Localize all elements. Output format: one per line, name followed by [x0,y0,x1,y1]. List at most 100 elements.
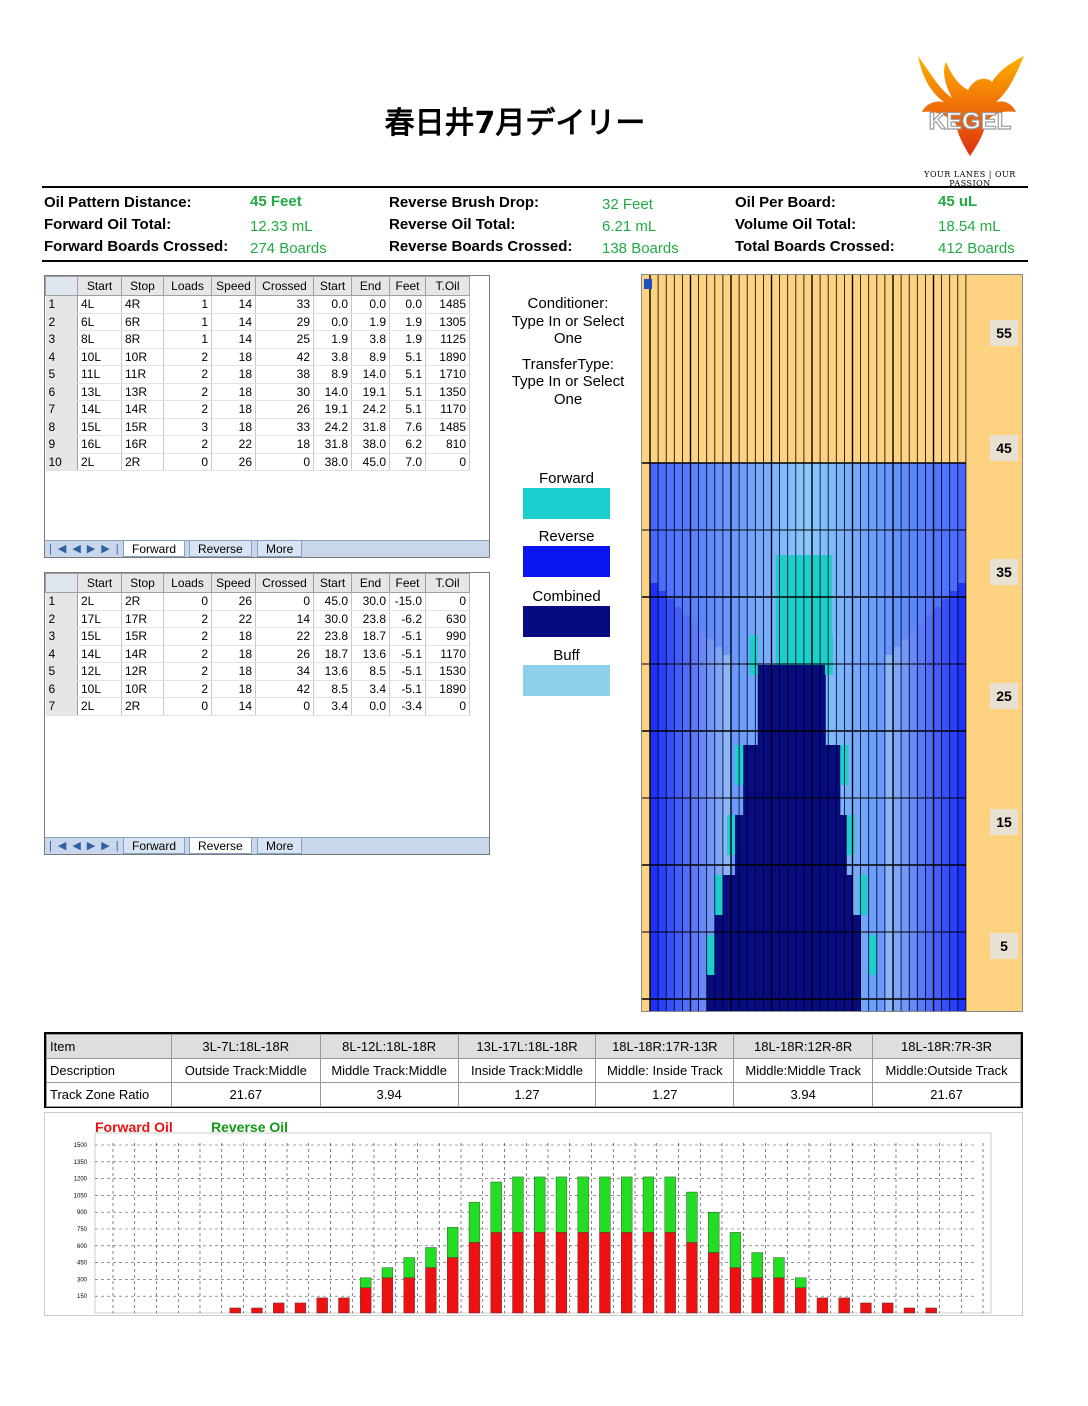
table-cell[interactable]: 17R [121,610,164,628]
table-cell[interactable]: 5.1 [389,348,426,366]
sheet-tab-forward[interactable]: Forward [123,838,186,854]
table-cell[interactable]: 15R [121,627,164,646]
table-cell[interactable]: 1170 [425,645,470,663]
table-row[interactable]: 3 15L 15R 2 18 22 23.8 18.7 -5.1 990 [45,627,470,646]
table-cell[interactable]: 7.0 [389,453,426,471]
table-cell[interactable]: 17L [77,610,122,628]
table-cell[interactable]: 5.1 [389,365,426,384]
table-cell[interactable]: 0 [163,697,212,716]
table-cell[interactable]: 4R [121,295,164,314]
table-row[interactable]: 8 15L 15R 3 18 33 24.2 31.8 7.6 1485 [45,418,470,436]
column-header[interactable]: Loads [163,573,212,593]
conditioner-hint[interactable]: Type In or Select [503,313,633,331]
table-row[interactable]: 1 4L 4R 1 14 33 0.0 0.0 0.0 1485 [45,295,470,314]
table-cell[interactable]: 12L [77,662,122,681]
table-cell[interactable]: 2 [163,610,212,628]
table-cell[interactable]: 1.9 [389,313,426,331]
table-cell[interactable]: 5.1 [389,400,426,419]
table-cell[interactable]: 0.0 [313,295,352,314]
table-cell[interactable]: 18 [211,400,256,419]
table-row[interactable]: 10 2L 2R 0 26 0 38.0 45.0 7.0 0 [45,453,470,471]
table-cell[interactable]: 6R [121,313,164,331]
table-cell[interactable]: 31.8 [351,418,390,436]
table-cell[interactable]: 2 [163,680,212,698]
table-cell[interactable]: 2R [121,697,164,716]
table-cell[interactable]: 18 [211,627,256,646]
table-cell[interactable]: 38.0 [351,435,390,454]
row-number[interactable]: 9 [45,435,78,454]
table-cell[interactable]: -3.4 [389,697,426,716]
row-number[interactable]: 6 [45,680,78,698]
table-row[interactable]: 5 12L 12R 2 18 34 13.6 8.5 -5.1 1530 [45,662,470,681]
table-cell[interactable]: 2 [163,383,212,401]
table-cell[interactable]: 2 [163,365,212,384]
table-row[interactable]: 7 14L 14R 2 18 26 19.1 24.2 5.1 1170 [45,400,470,419]
table-cell[interactable]: 10R [121,348,164,366]
table-cell[interactable]: 22 [255,627,314,646]
row-number[interactable]: 8 [45,418,78,436]
table-cell[interactable]: 16L [77,435,122,454]
table-cell[interactable]: 5.1 [389,383,426,401]
table-cell[interactable]: 1890 [425,680,470,698]
table-cell[interactable]: 24.2 [351,400,390,419]
table-cell[interactable]: 25 [255,330,314,349]
table-cell[interactable]: 33 [255,418,314,436]
table-cell[interactable]: 24.2 [313,418,352,436]
table-cell[interactable]: 2R [121,592,164,611]
table-cell[interactable]: 8L [77,330,122,349]
table-cell[interactable]: 1485 [425,418,470,436]
table-row[interactable]: 2 17L 17R 2 22 14 30.0 23.8 -6.2 630 [45,610,470,628]
table-cell[interactable]: 26 [255,645,314,663]
row-number[interactable]: 10 [45,453,78,471]
table-cell[interactable]: 15L [77,418,122,436]
table-cell[interactable]: 0 [425,592,470,611]
table-cell[interactable]: 22 [211,610,256,628]
table-cell[interactable]: 38 [255,365,314,384]
table-cell[interactable]: 8R [121,330,164,349]
column-header[interactable]: End [351,573,390,593]
table-cell[interactable]: -5.1 [389,662,426,681]
table-cell[interactable]: 1.9 [313,330,352,349]
table-cell[interactable]: 8.5 [351,662,390,681]
column-header[interactable]: Stop [121,573,164,593]
sheet-tab-reverse[interactable]: Reverse [189,541,252,557]
table-cell[interactable]: 1890 [425,348,470,366]
column-header[interactable]: Crossed [255,276,314,296]
table-cell[interactable]: 33 [255,295,314,314]
column-header[interactable]: Crossed [255,573,314,593]
table-cell[interactable]: 42 [255,348,314,366]
table-row[interactable]: 6 13L 13R 2 18 30 14.0 19.1 5.1 1350 [45,383,470,401]
row-number[interactable]: 7 [45,697,78,716]
table-cell[interactable]: 2 [163,627,212,646]
table-cell[interactable]: 1305 [425,313,470,331]
row-number[interactable]: 7 [45,400,78,419]
table-cell[interactable]: 14 [211,313,256,331]
table-cell[interactable]: 11R [121,365,164,384]
table-cell[interactable]: 1.9 [351,313,390,331]
table-cell[interactable]: 23.8 [351,610,390,628]
table-cell[interactable]: 26 [211,453,256,471]
row-number[interactable]: 1 [45,295,78,314]
table-cell[interactable]: 14R [121,400,164,419]
table-cell[interactable]: 13R [121,383,164,401]
table-cell[interactable]: 38.0 [313,453,352,471]
table-cell[interactable]: 14L [77,645,122,663]
table-cell[interactable]: 18 [211,383,256,401]
table-cell[interactable]: 6L [77,313,122,331]
table-cell[interactable]: 14L [77,400,122,419]
column-header[interactable]: Speed [211,276,256,296]
table-cell[interactable]: 0.0 [351,295,390,314]
table-row[interactable]: 1 2L 2R 0 26 0 45.0 30.0 -15.0 0 [45,592,470,611]
table-cell[interactable]: 10L [77,348,122,366]
table-cell[interactable]: 18.7 [351,627,390,646]
table-cell[interactable]: 23.8 [313,627,352,646]
table-cell[interactable]: 2L [77,697,122,716]
table-cell[interactable]: 42 [255,680,314,698]
table-cell[interactable]: 19.1 [351,383,390,401]
transfer-hint[interactable]: Type In or Select [503,373,633,391]
table-cell[interactable]: 13.6 [313,662,352,681]
table-cell[interactable]: 18 [211,680,256,698]
sheet-tab-forward[interactable]: Forward [123,541,186,557]
sheet-tab-more[interactable]: More [257,541,303,557]
table-cell[interactable]: 8.9 [313,365,352,384]
